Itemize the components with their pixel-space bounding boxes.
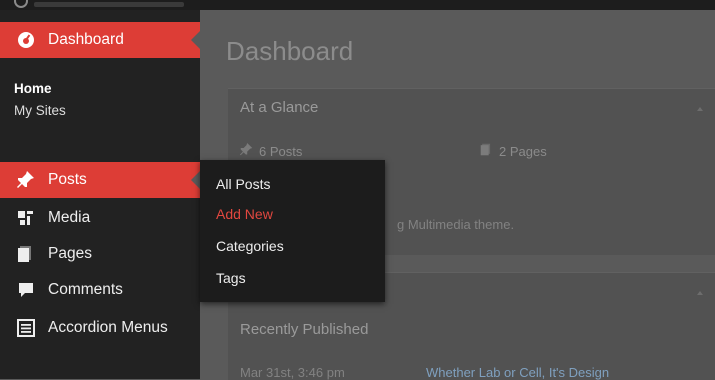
flyout-categories[interactable]: Categories: [216, 238, 284, 254]
activity-date: Mar 31st, 3:46 pm: [240, 365, 345, 380]
dashboard-gauge-icon: [16, 30, 36, 50]
menu-media-label: Media: [48, 209, 91, 226]
posts-flyout-menu: All Posts Add New Categories Tags: [200, 160, 385, 302]
submenu-my-sites[interactable]: My Sites: [0, 100, 200, 122]
pages-icon: [16, 244, 36, 264]
menu-comments[interactable]: Comments: [0, 272, 200, 308]
flyout-add-new[interactable]: Add New: [216, 206, 273, 222]
menu-dashboard-label: Dashboard: [48, 31, 124, 48]
flyout-tags[interactable]: Tags: [216, 270, 246, 286]
menu-pages-label: Pages: [48, 245, 92, 262]
dashboard-submenu: Home My Sites: [0, 58, 200, 150]
at-a-glance-heading[interactable]: At a Glance: [228, 89, 715, 116]
comment-icon: [16, 280, 36, 300]
admin-sidebar: Dashboard Home My Sites Posts Media Page…: [0, 10, 200, 379]
flyout-all-posts[interactable]: All Posts: [216, 176, 270, 192]
glance-posts-label: 6 Posts: [259, 143, 303, 159]
menu-accordion-menus-label: Accordion Menus: [48, 319, 168, 336]
wordpress-logo-icon[interactable]: [14, 0, 28, 8]
menu-media[interactable]: Media: [0, 200, 200, 236]
glance-pages[interactable]: 2 Pages: [480, 143, 547, 159]
theme-text: g Multimedia theme.: [397, 217, 515, 232]
list-icon: [16, 318, 36, 338]
glance-pages-label: 2 Pages: [499, 143, 547, 159]
glance-posts[interactable]: 6 Posts: [240, 143, 302, 159]
pin-icon: [16, 170, 36, 190]
admin-bar-site-name[interactable]: [34, 2, 184, 7]
media-icon: [16, 208, 36, 228]
admin-bar: [0, 0, 715, 10]
menu-dashboard[interactable]: Dashboard: [0, 22, 200, 58]
recently-published-heading: Recently Published: [240, 321, 369, 338]
pages-icon: [480, 143, 493, 159]
menu-comments-label: Comments: [48, 281, 123, 298]
menu-pages[interactable]: Pages: [0, 236, 200, 272]
pin-icon: [240, 143, 253, 159]
collapse-arrow-icon[interactable]: [697, 107, 703, 111]
menu-posts[interactable]: Posts: [0, 162, 200, 198]
menu-accordion-menus[interactable]: Accordion Menus: [0, 310, 200, 346]
collapse-arrow-icon[interactable]: [697, 291, 703, 295]
activity-post-link[interactable]: Whether Lab or Cell, It's Design: [426, 365, 609, 380]
menu-posts-label: Posts: [48, 171, 87, 188]
submenu-home[interactable]: Home: [0, 78, 200, 100]
page-title: Dashboard: [226, 36, 354, 66]
